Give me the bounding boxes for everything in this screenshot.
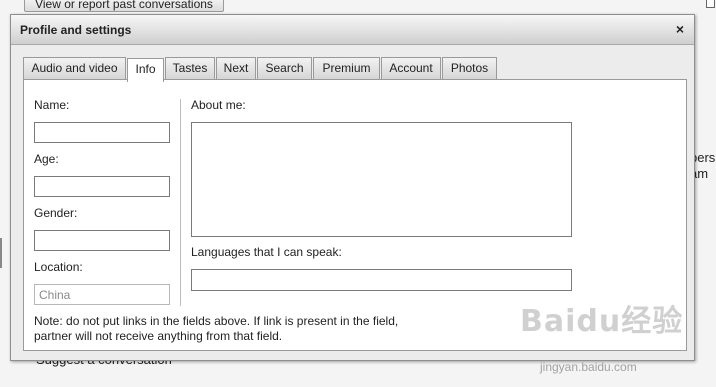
gender-input[interactable] <box>34 230 170 251</box>
scrollbar-edge <box>0 238 2 268</box>
location-input[interactable] <box>34 284 170 305</box>
tab-audio-and-video[interactable]: Audio and video <box>23 57 126 79</box>
tab-premium[interactable]: Premium <box>313 57 380 79</box>
tab-next[interactable]: Next <box>216 57 256 79</box>
column-divider <box>180 99 181 306</box>
tab-photos[interactable]: Photos <box>442 57 497 79</box>
note-line-2: partner will not receive anything from t… <box>34 329 283 343</box>
dialog-title: Profile and settings <box>20 23 132 37</box>
age-input[interactable] <box>34 176 170 197</box>
age-label: Age: <box>34 152 59 166</box>
tab-info[interactable]: Info <box>127 58 164 82</box>
location-label: Location: <box>34 260 83 274</box>
tab-account[interactable]: Account <box>381 57 441 79</box>
languages-label: Languages that I can speak: <box>191 245 342 259</box>
languages-input[interactable] <box>191 269 572 291</box>
view-past-conversations-button[interactable]: View or report past conversations <box>24 0 224 12</box>
links-note: Note: do not put links in the fields abo… <box>34 314 398 344</box>
about-me-label: About me: <box>191 98 246 112</box>
tab-tastes[interactable]: Tastes <box>165 57 215 79</box>
baidu-watermark-url: jingyan.baidu.com <box>540 360 637 374</box>
note-line-1: Note: do not put links in the fields abo… <box>34 314 399 328</box>
name-input[interactable] <box>34 122 170 143</box>
about-me-textarea[interactable] <box>191 122 572 237</box>
dialog-titlebar[interactable]: Profile and settings × <box>11 15 694 45</box>
baidu-watermark-logo: Baidu经验 <box>520 304 684 339</box>
close-icon[interactable]: × <box>672 20 688 38</box>
tab-search[interactable]: Search <box>257 57 312 79</box>
name-label: Name: <box>34 98 70 112</box>
gender-label: Gender: <box>34 206 78 220</box>
external-link-icon[interactable] <box>706 0 715 8</box>
